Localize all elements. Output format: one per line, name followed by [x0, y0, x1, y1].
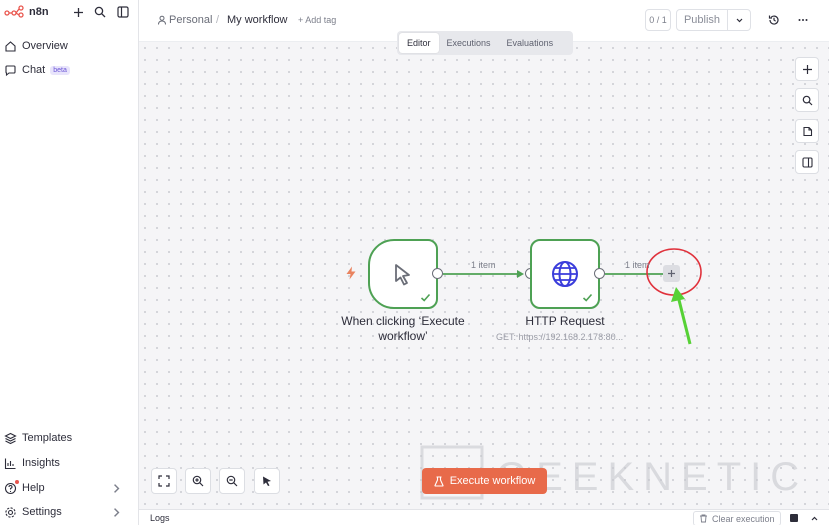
output-handle[interactable]	[594, 268, 605, 279]
flask-icon	[434, 475, 444, 487]
zoom-out-button[interactable]	[219, 468, 245, 494]
cursor-icon	[395, 264, 410, 286]
chevron-up-icon[interactable]	[808, 512, 820, 524]
add-next-node-button[interactable]	[663, 265, 680, 282]
globe-icon	[552, 261, 578, 287]
success-check-icon	[420, 293, 431, 302]
zoom-in-icon	[192, 475, 204, 487]
pop-out-icon[interactable]	[788, 512, 800, 524]
logs-title: Logs	[150, 513, 170, 523]
edge-label: 1 item	[625, 260, 650, 270]
tidy-up-button[interactable]	[254, 468, 280, 494]
annotation-arrow	[676, 295, 692, 345]
connection-arrowhead	[517, 270, 524, 278]
node-label: When clicking ‘Execute workflow’	[341, 314, 465, 343]
execute-workflow-label: Execute workflow	[449, 475, 536, 487]
success-check-icon	[582, 293, 593, 302]
fit-view-button[interactable]	[151, 468, 177, 494]
zoom-in-button[interactable]	[185, 468, 211, 494]
fullscreen-icon	[158, 475, 170, 487]
zoom-out-icon	[226, 475, 238, 487]
execute-workflow-button[interactable]: Execute workflow	[422, 468, 547, 494]
plus-icon	[668, 270, 675, 277]
logs-panel[interactable]: Logs Clear execution	[139, 509, 829, 525]
lightning-icon	[346, 266, 356, 280]
node-subtitle: GET: https://192.168.2.178:80...	[496, 332, 624, 342]
clear-execution-label: Clear execution	[712, 513, 775, 524]
cursor-icon	[263, 476, 271, 486]
output-handle[interactable]	[432, 268, 443, 279]
node-http-request[interactable]	[530, 239, 600, 309]
node-trigger[interactable]	[368, 239, 438, 309]
edge-label: 1 item	[471, 260, 496, 270]
clear-execution-button[interactable]: Clear execution	[693, 511, 781, 525]
trash-icon	[700, 514, 707, 523]
node-label: HTTP Request	[525, 314, 605, 328]
